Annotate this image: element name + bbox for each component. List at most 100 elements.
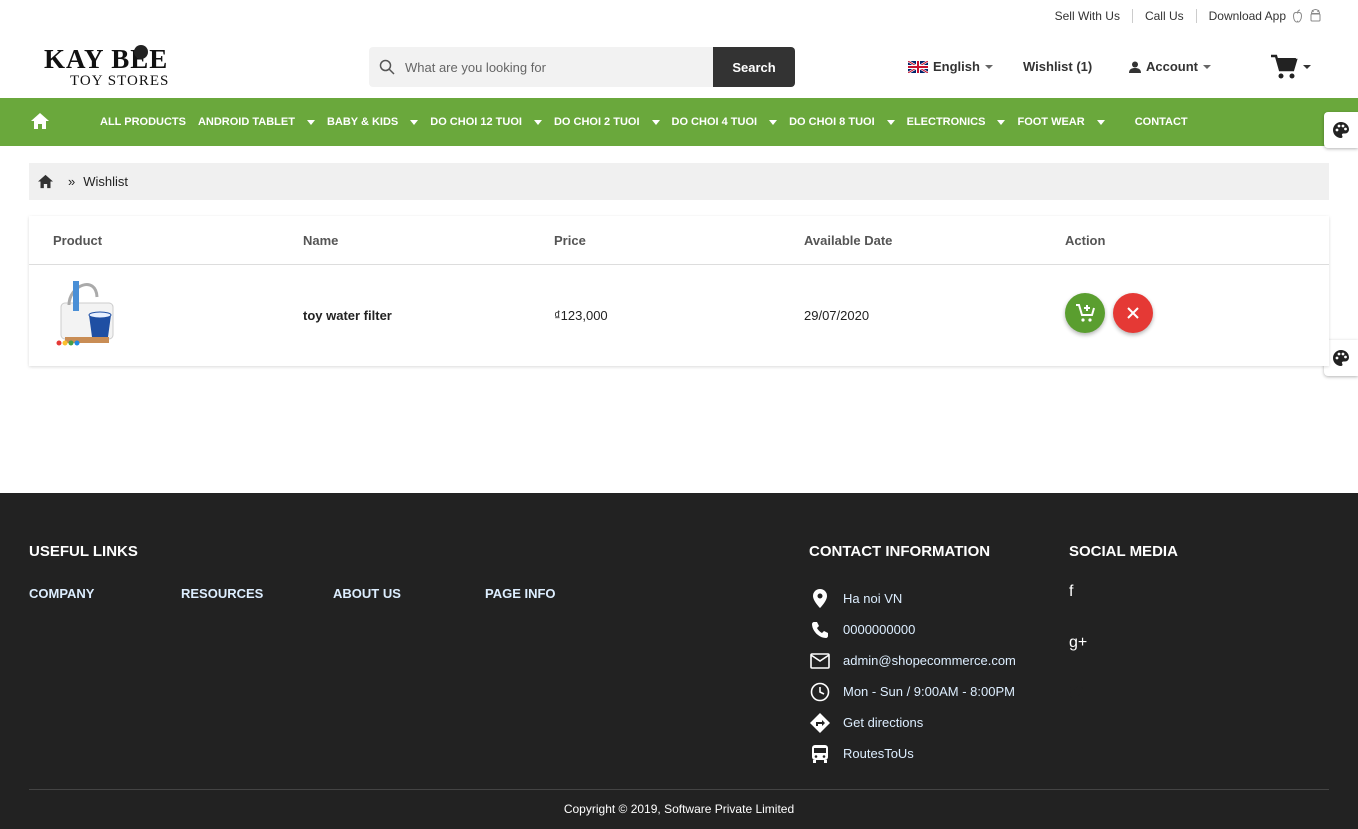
add-to-cart-button[interactable] xyxy=(1065,293,1105,333)
sell-with-us-label: Sell With Us xyxy=(1054,9,1120,23)
footer-link-resources[interactable]: RESOURCES xyxy=(181,586,263,601)
location-pin-icon xyxy=(812,589,827,608)
contact-directions[interactable]: Get directions xyxy=(843,715,923,730)
copyright-text: Copyright © 2019, Software Private Limit… xyxy=(563,802,795,816)
chevron-down-icon xyxy=(1203,64,1211,69)
clock-icon xyxy=(810,682,829,701)
social-media-title: SOCIAL MEDIA xyxy=(1069,543,1178,560)
search-input[interactable] xyxy=(405,59,695,75)
contact-item: Get directions xyxy=(809,707,1016,738)
product-image[interactable] xyxy=(51,275,121,351)
contact-routes[interactable]: RoutesToUs xyxy=(843,746,914,761)
contact-address: Ha noi VN xyxy=(843,591,903,606)
menu-item-electronics[interactable]: ELECTRONICS xyxy=(907,116,1006,128)
kaybee-logo[interactable]: KAY BEE TOY STORES xyxy=(44,42,238,88)
facebook-icon[interactable]: f xyxy=(1069,583,1073,601)
home-icon[interactable] xyxy=(37,174,54,189)
remove-button[interactable] xyxy=(1113,293,1153,333)
call-us-link[interactable]: Call Us xyxy=(1131,9,1196,23)
phone-icon xyxy=(811,621,828,638)
download-app-label: Download App xyxy=(1208,9,1286,23)
chevron-down-icon xyxy=(1096,119,1105,125)
cart-button[interactable] xyxy=(1270,54,1311,80)
cart-icon xyxy=(1271,54,1298,79)
sell-with-us-link[interactable]: Sell With Us xyxy=(1043,9,1132,23)
account-label: Account xyxy=(1146,59,1198,74)
header: KAY BEE TOY STORES Search English Wishli… xyxy=(0,32,1358,98)
footer-link-about-us[interactable]: ABOUT US xyxy=(333,586,401,601)
category-menu: ALL PRODUCTS ANDROID TABLET BABY & KIDS DO … xyxy=(100,98,1200,146)
palette-icon xyxy=(1333,122,1349,138)
menu-item-all-products[interactable]: ALL PRODUCTS xyxy=(100,116,186,128)
wishlist-link[interactable]: Wishlist (1) xyxy=(1023,59,1092,74)
product-price: ₫123,000 xyxy=(554,308,608,323)
footer: USEFUL LINKS COMPANY RESOURCES ABOUT US … xyxy=(0,493,1358,829)
menu-item-do-choi-12-tuoi[interactable]: DO CHOI 12 TUOI xyxy=(430,116,542,128)
menu-item-contact[interactable]: CONTACT xyxy=(1135,116,1188,128)
account-menu[interactable]: Account xyxy=(1129,59,1211,74)
header-name: Name xyxy=(303,233,339,248)
chevron-down-icon xyxy=(533,119,542,125)
mail-icon xyxy=(809,652,830,669)
footer-link-company[interactable]: COMPANY xyxy=(29,586,94,601)
table-header: Product Name Price Available Date Action xyxy=(29,216,1329,265)
home-icon[interactable] xyxy=(30,112,50,130)
contact-phone[interactable]: 0000000000 xyxy=(843,622,915,637)
language-label: English xyxy=(933,59,980,74)
top-bar: Sell With Us Call Us Download App xyxy=(0,0,1358,32)
footer-link-page-info[interactable]: PAGE INFO xyxy=(485,586,556,601)
search-icon xyxy=(379,59,395,75)
breadcrumb: » Wishlist xyxy=(29,163,1329,200)
chevron-down-icon xyxy=(651,119,660,125)
search-bar: Search xyxy=(369,47,795,87)
twitter-icon[interactable] xyxy=(1069,685,1083,703)
android-icon[interactable] xyxy=(1309,9,1322,23)
logo-mascot-icon xyxy=(134,45,148,59)
contact-info-title: CONTACT INFORMATION xyxy=(809,543,991,560)
search-field-wrap xyxy=(369,47,713,87)
menu-item-do-choi-4-tuoi[interactable]: DO CHOI 4 TUOI xyxy=(672,116,778,128)
add-cart-icon xyxy=(1076,304,1095,322)
download-app-link[interactable]: Download App xyxy=(1195,9,1334,23)
breadcrumb-separator: » xyxy=(68,174,76,189)
useful-links-title: USEFUL LINKS xyxy=(29,543,138,560)
menu-item-android-tablet[interactable]: ANDROID TABLET xyxy=(198,116,315,128)
menu-item-label: FOOT WEAR xyxy=(1017,116,1085,128)
menu-item-baby-kids[interactable]: BABY & KIDS xyxy=(326,116,419,128)
footer-divider xyxy=(29,789,1329,790)
close-icon xyxy=(1127,307,1139,319)
language-selector[interactable]: English xyxy=(908,59,993,74)
bus-icon xyxy=(811,744,828,763)
palette-icon xyxy=(1333,350,1349,366)
main-menu-bar: ALL PRODUCTS ANDROID TABLET BABY & KIDS DO … xyxy=(0,98,1358,146)
google-plus-icon[interactable]: g+ xyxy=(1069,634,1087,652)
wishlist-table: Product Name Price Available Date Action… xyxy=(29,216,1329,366)
theme-palette-button[interactable] xyxy=(1324,112,1358,148)
breadcrumb-current: Wishlist xyxy=(83,174,129,189)
contact-list: Ha noi VN 0000000000 admin@shopecommerce… xyxy=(809,583,1016,769)
theme-palette-button-2[interactable] xyxy=(1324,340,1358,376)
menu-item-do-choi-2-tuoi[interactable]: DO CHOI 2 TUOI xyxy=(554,116,660,128)
menu-item-label: ALL PRODUCTS xyxy=(100,116,186,128)
contact-item: admin@shopecommerce.com xyxy=(809,645,1016,676)
uk-flag-icon xyxy=(908,60,928,73)
apple-icon[interactable] xyxy=(1291,9,1304,23)
menu-item-label: BABY & KIDS xyxy=(326,116,399,128)
logo-line1: KAY BEE xyxy=(44,44,168,74)
directions-icon xyxy=(809,712,830,733)
header-price: Price xyxy=(554,233,586,248)
wishlist-label: Wishlist (1) xyxy=(1023,59,1093,74)
menu-item-label: DO CHOI 8 TUOI xyxy=(789,116,875,128)
menu-item-label: DO CHOI 4 TUOI xyxy=(671,116,758,128)
call-us-label: Call Us xyxy=(1144,9,1184,23)
menu-item-label: ANDROID TABLET xyxy=(197,116,295,128)
contact-email[interactable]: admin@shopecommerce.com xyxy=(843,653,1016,668)
header-action: Action xyxy=(1065,233,1106,248)
search-button[interactable]: Search xyxy=(713,47,795,87)
table-row: toy water filter ₫123,000 29/07/2020 xyxy=(29,265,1329,365)
menu-item-do-choi-8-tuoi[interactable]: DO CHOI 8 TUOI xyxy=(789,116,895,128)
menu-item-label: ELECTRONICS xyxy=(906,116,986,128)
product-name[interactable]: toy water filter xyxy=(303,308,392,323)
menu-item-label: CONTACT xyxy=(1134,116,1188,128)
menu-item-foot-wear[interactable]: FOOT WEAR xyxy=(1017,116,1105,128)
